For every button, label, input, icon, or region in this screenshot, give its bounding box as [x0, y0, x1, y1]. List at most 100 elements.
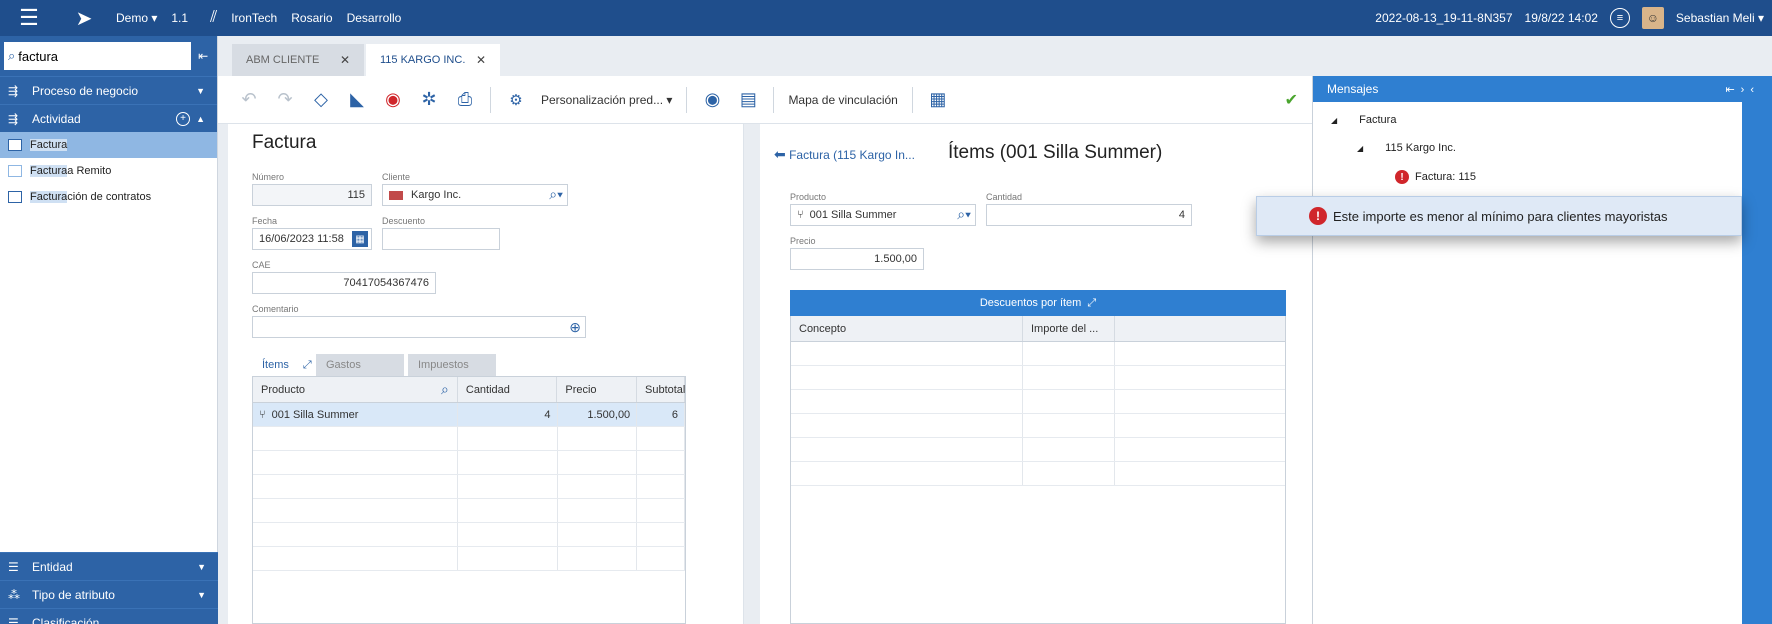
stage-label[interactable]: Desarrollo [347, 11, 402, 25]
sidebar-section-actividad[interactable]: ⇶ Actividad + ▲ [0, 104, 217, 132]
sidebar-item-factura[interactable]: Factura [0, 132, 217, 158]
sidebar-item-factura-remito[interactable]: Factura a Remito [0, 158, 217, 184]
tree-node-error[interactable]: ! Factura: 115 [1395, 170, 1476, 184]
expand-icon[interactable]: ⤢ [303, 359, 312, 372]
search-icon[interactable]: ⌕▾ [549, 186, 563, 203]
cantidad-label: Cantidad [986, 192, 1023, 202]
sidebar: ⌕ ⇤ ⇶ Proceso de negocio ▼ ⇶ Actividad +… [0, 36, 218, 624]
column-header[interactable]: Precio [557, 377, 637, 402]
cae-field[interactable]: 70417054367476 [252, 272, 436, 294]
collapse-icon[interactable]: ◢ [1357, 144, 1363, 153]
eraser-icon[interactable]: ◇ [310, 89, 332, 110]
comentario-field[interactable]: ⊕ [252, 316, 586, 338]
personalization-dropdown[interactable]: Personalización pred... ▾ [541, 93, 672, 107]
branch-label[interactable]: Rosario [291, 11, 332, 25]
precio-field[interactable]: 1.500,00 [790, 248, 924, 270]
tab-items[interactable]: Ítems ⤢ [252, 354, 312, 376]
sidebar-item-facturacion-contratos[interactable]: Factura ción de contratos [0, 184, 217, 210]
table-row[interactable] [791, 366, 1285, 390]
hamburger-menu-icon[interactable]: ☰ [0, 0, 58, 36]
pin-icon[interactable]: ⇤ [193, 49, 213, 63]
fecha-value: 16/06/2023 11:58 [259, 233, 344, 245]
search-input[interactable] [18, 48, 179, 64]
numero-label: Número [252, 172, 285, 182]
attribute-icon: ⁂ [8, 587, 20, 602]
descuento-field[interactable] [382, 228, 500, 250]
process-icon: ⇶ [8, 83, 19, 98]
table-row[interactable] [253, 547, 685, 571]
messages-scrollbar[interactable] [1742, 102, 1772, 624]
linking-map-button[interactable]: Mapa de vinculación [788, 93, 897, 107]
tab-gastos[interactable]: Gastos [316, 354, 404, 376]
table-cell [791, 462, 1023, 485]
search-icon[interactable]: ⌕▾ [957, 206, 971, 223]
collapse-icon[interactable]: ◢ [1331, 116, 1337, 125]
table-row[interactable] [791, 414, 1285, 438]
tree-node-factura[interactable]: ◢ Factura [1331, 114, 1396, 126]
tab-impuestos[interactable]: Impuestos [408, 354, 496, 376]
record-icon[interactable]: ◉ [382, 89, 404, 110]
sidebar-section-proceso[interactable]: ⇶ Proceso de negocio ▼ [0, 76, 217, 104]
notes-icon[interactable]: ▦ [927, 89, 949, 110]
cantidad-field[interactable]: 4 [986, 204, 1192, 226]
tab-abm-cliente[interactable]: ABM CLIENTE ✕ [232, 44, 364, 76]
table-row[interactable] [253, 451, 685, 475]
redo-icon[interactable]: ↷ [274, 89, 296, 110]
table-row[interactable] [791, 462, 1285, 486]
sidebar-section-tipo-atributo[interactable]: ⁂ Tipo de atributo ▼ [0, 580, 218, 608]
version-label: 1.1 [171, 11, 189, 25]
user-menu[interactable]: Sebastian Meli ▾ [1676, 11, 1764, 25]
close-icon[interactable]: ✕ [476, 53, 486, 67]
producto-field[interactable]: ⑂ 001 Silla Summer ⌕▾ [790, 204, 976, 226]
sidebar-section-clasificacion[interactable]: ☰ Clasificación [0, 608, 218, 624]
cliente-field[interactable]: Kargo Inc. ⌕▾ [382, 184, 568, 206]
inspect-icon[interactable]: ▤ [737, 89, 759, 110]
avatar[interactable]: ☺ [1641, 7, 1664, 29]
fecha-field[interactable]: 16/06/2023 11:58 ▦ [252, 228, 372, 250]
column-header[interactable]: Cantidad [458, 377, 558, 402]
settings-icon: ⚙ [509, 91, 523, 109]
table-row[interactable] [253, 523, 685, 547]
close-icon[interactable]: ✕ [340, 53, 350, 67]
add-icon[interactable]: + [176, 111, 191, 126]
table-row[interactable] [253, 499, 685, 523]
table-row[interactable] [791, 438, 1285, 462]
table-row[interactable]: ⑂ 001 Silla Summer 4 1.500,00 6 [253, 403, 685, 427]
environment-selector[interactable]: Demo ▾ [116, 11, 157, 25]
sidebar-search-row: ⌕ ⇤ [0, 36, 217, 76]
column-header[interactable]: Subtotal [637, 377, 685, 402]
search-icon[interactable]: ⌕ [441, 381, 449, 398]
numero-field[interactable]: 115 [252, 184, 372, 206]
clear-icon[interactable]: ◣ [346, 89, 368, 110]
panel-controls[interactable]: ⇤›‹ [1725, 83, 1760, 96]
column-header[interactable]: Producto ⌕ [253, 377, 458, 402]
notifications-icon[interactable]: ✔ [1285, 90, 1298, 110]
table-cell: 6 [637, 403, 685, 426]
table-cell [791, 342, 1023, 365]
view-icon[interactable]: ◉ [701, 89, 723, 110]
tab-kargo[interactable]: 115 KARGO INC. ✕ [366, 44, 500, 76]
debug-icon[interactable]: ✲ [418, 89, 440, 110]
column-header[interactable]: Concepto [791, 316, 1023, 341]
print-icon[interactable]: ⎙ [454, 89, 476, 110]
globe-icon[interactable]: ⊕ [569, 319, 581, 336]
invoice-form: Factura Número 115 Cliente Kargo Inc. ⌕▾… [228, 124, 744, 624]
table-row[interactable] [791, 390, 1285, 414]
chat-icon[interactable]: ≡ [1609, 8, 1630, 28]
table-row[interactable] [791, 342, 1285, 366]
precio-value: 1.500,00 [874, 253, 917, 265]
table-cell [458, 547, 558, 570]
back-link[interactable]: ⬅ Factura (115 Kargo In... [774, 146, 915, 163]
company-label[interactable]: IronTech [231, 11, 277, 25]
messages-panel: Mensajes ⇤›‹ ◢ Factura ◢ 115 Kargo Inc. … [1312, 76, 1772, 624]
table-row[interactable] [253, 427, 685, 451]
table-row[interactable] [253, 475, 685, 499]
chair-icon: ⑂ [259, 408, 266, 421]
tree-node-kargo[interactable]: ◢ 115 Kargo Inc. [1357, 142, 1456, 154]
column-header[interactable]: Importe del ... [1023, 316, 1115, 341]
calendar-icon[interactable]: ▦ [352, 231, 368, 247]
expand-icon[interactable]: ⤢ [1087, 297, 1096, 310]
undo-icon[interactable]: ↶ [238, 89, 260, 110]
sidebar-section-entidad[interactable]: ☰ Entidad ▼ [0, 552, 218, 580]
table-cell [458, 523, 558, 546]
